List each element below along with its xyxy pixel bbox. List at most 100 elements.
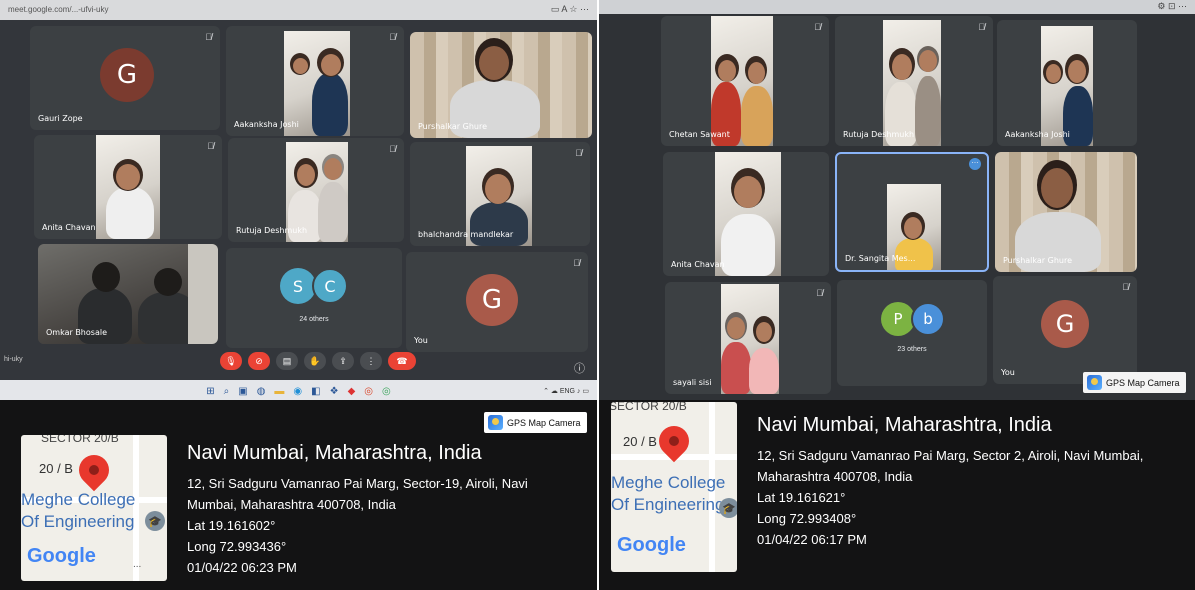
participant-tile[interactable]: P b 23 others [837, 280, 987, 386]
meeting-code: hi-uky [4, 356, 23, 363]
camera-off-icon[interactable]: ⊘ [248, 352, 270, 370]
location-lat: Lat 19.161602° [187, 518, 276, 533]
participant-tile[interactable]: 🎙̸ Anita Chavan [34, 135, 222, 239]
browser-icons[interactable]: ⚙ ⊡ ⋯ [1157, 1, 1187, 12]
info-icon[interactable]: ⓘ [574, 360, 585, 376]
browser-icons[interactable]: ▭ A ☆ ⋯ [551, 4, 589, 15]
meet-screen-left: meet.google.com/...-ufvi-uky ▭ A ☆ ⋯ G 🎙… [0, 0, 597, 400]
system-tray[interactable]: ⌃ ☁ ENG ♪ ▭ [543, 387, 589, 395]
participant-name: Purshalkar Ghure [1003, 256, 1073, 265]
map-more-icon: ... [133, 559, 142, 570]
mic-off-icon: 🎙̸ [207, 141, 214, 151]
participant-name: bhalchandra mandlekar [418, 230, 514, 239]
location-city: Navi Mumbai, Maharashtra, India [757, 414, 1052, 436]
participant-avatar: b [911, 302, 945, 336]
meet-screen-right: ⚙ ⊡ ⋯ 🎙̸ Chetan Sawant 🎙̸ Rutuja Deshmuk… [599, 0, 1195, 400]
participant-tile[interactable]: 🎙̸ Chetan Sawant [661, 16, 829, 146]
participant-name: Aakanksha Joshi [1005, 130, 1070, 139]
participant-tile[interactable]: S C 24 others [226, 248, 402, 348]
mic-off-icon: 🎙̸ [1122, 282, 1129, 292]
photo-left: meet.google.com/...-ufvi-uky ▭ A ☆ ⋯ G 🎙… [0, 0, 597, 590]
map-college-label: Meghe College Of Engineering [21, 490, 136, 531]
location-datetime: 01/04/22 06:17 PM [757, 532, 867, 547]
store-icon[interactable]: ◧ [311, 386, 320, 397]
location-info: Navi Mumbai, Maharashtra, India 12, Sri … [187, 442, 528, 578]
participant-name: You [1001, 368, 1015, 377]
participant-name: Aakanksha Joshi [234, 120, 299, 129]
gps-overlay: GPS Map Camera SECTOR 20/B 20 / B Meghe … [0, 400, 597, 590]
participant-tile[interactable]: 🎙̸ Aakanksha Joshi [226, 26, 404, 136]
participant-tile[interactable]: Purshalkar Ghure [410, 32, 592, 138]
participant-tile[interactable]: G 🎙̸ Gauri Zope [30, 26, 220, 130]
chrome-icon[interactable]: ◎ [364, 386, 373, 397]
browser-url[interactable]: meet.google.com/...-ufvi-uky [8, 5, 108, 14]
present-icon[interactable]: ⇪ [332, 352, 354, 370]
app-icon[interactable]: ◆ [348, 386, 356, 397]
self-tile[interactable]: G 🎙̸ You [406, 252, 588, 352]
participant-avatar: S [280, 268, 316, 304]
call-controls: 🎙 ⊘ ▤ ✋ ⇪ ⋮ ☎ [220, 352, 416, 370]
mic-off-icon: 🎙̸ [389, 144, 396, 154]
participant-tile[interactable]: 🎙̸ bhalchandra mandlekar [410, 142, 590, 246]
participant-tile[interactable]: Purshalkar Ghure [995, 152, 1137, 272]
folder-icon[interactable]: ▬ [274, 386, 284, 397]
mic-off-icon: 🎙̸ [575, 148, 582, 158]
participant-video [721, 284, 779, 394]
more-options-icon[interactable]: ⋯ [969, 158, 981, 170]
participant-name: Anita Chavan [671, 260, 725, 269]
edge-icon[interactable]: ◉ [293, 386, 302, 397]
more-options-icon[interactable]: ⋮ [360, 352, 382, 370]
location-long: Long 72.993408° [757, 511, 857, 526]
gps-badge-label: GPS Map Camera [1106, 377, 1180, 388]
mic-off-icon: 🎙̸ [389, 32, 396, 42]
location-address: Mumbai, Maharashtra 400708, India [187, 497, 396, 512]
google-logo: Google [617, 534, 686, 556]
participant-name: Purshalkar Ghure [418, 122, 488, 131]
participant-avatar: C [312, 268, 348, 304]
participant-tile[interactable]: 🎙̸ Rutuja Deshmukh [228, 138, 404, 242]
gps-badge-label: GPS Map Camera [507, 417, 581, 428]
participant-avatar: P [881, 302, 915, 336]
location-map: SECTOR 20/B 20 / B Meghe College Of Engi… [611, 402, 737, 572]
gps-badge: GPS Map Camera [484, 412, 587, 433]
participant-tile[interactable]: Omkar Bhosale [38, 244, 218, 344]
captions-icon[interactable]: ▤ [276, 352, 298, 370]
mic-off-icon: 🎙̸ [978, 22, 985, 32]
participant-name: You [414, 336, 428, 345]
mic-off-icon: 🎙̸ [205, 32, 212, 42]
mic-off-icon[interactable]: 🎙 [220, 352, 242, 370]
chat-icon[interactable]: ◍ [257, 386, 266, 397]
location-address: 12, Sri Sadguru Vamanrao Pai Marg, Secto… [187, 476, 528, 491]
participant-tile[interactable]: Aakanksha Joshi [997, 20, 1137, 146]
self-avatar: G [466, 274, 518, 326]
dropbox-icon[interactable]: ❖ [330, 386, 339, 397]
participant-name: Anita Chavan [42, 223, 96, 232]
browser-bar: meet.google.com/...-ufvi-uky ▭ A ☆ ⋯ [0, 0, 597, 20]
participant-tile[interactable]: 🎙̸ sayali sisi [665, 282, 831, 394]
taskview-icon[interactable]: ▣ [238, 386, 247, 397]
map-plot-label: 20 / B [39, 461, 73, 476]
search-icon[interactable]: ⌕ [224, 386, 230, 397]
participant-video [715, 152, 781, 276]
location-address: 12, Sri Sadguru Vamanrao Pai Marg, Secto… [757, 448, 1144, 463]
participant-video [995, 152, 1137, 272]
map-pin-icon [72, 448, 116, 492]
participant-video [96, 135, 160, 239]
participant-name: Rutuja Deshmukh [843, 130, 915, 139]
chrome-icon[interactable]: ◎ [382, 386, 391, 397]
self-tile[interactable]: G 🎙̸ You [993, 276, 1137, 384]
mic-off-icon: 🎙̸ [816, 288, 823, 298]
location-datetime: 01/04/22 06:23 PM [187, 560, 297, 575]
participant-tile[interactable]: Anita Chavan [663, 152, 829, 276]
gps-camera-icon [488, 415, 503, 430]
windows-start-icon[interactable]: ⊞ [206, 386, 214, 397]
participant-tile-active[interactable]: ⋯ Dr. Sangita Mes... [835, 152, 989, 272]
map-plot-label: 20 / B [623, 434, 657, 449]
raise-hand-icon[interactable]: ✋ [304, 352, 326, 370]
self-avatar: G [1041, 300, 1089, 348]
end-call-icon[interactable]: ☎ [388, 352, 416, 370]
education-icon: 🎓 [145, 511, 165, 531]
participant-tile[interactable]: 🎙̸ Rutuja Deshmukh [835, 16, 993, 146]
gps-overlay: SECTOR 20/B 20 / B Meghe College Of Engi… [599, 400, 1195, 590]
mic-off-icon: 🎙̸ [573, 258, 580, 268]
